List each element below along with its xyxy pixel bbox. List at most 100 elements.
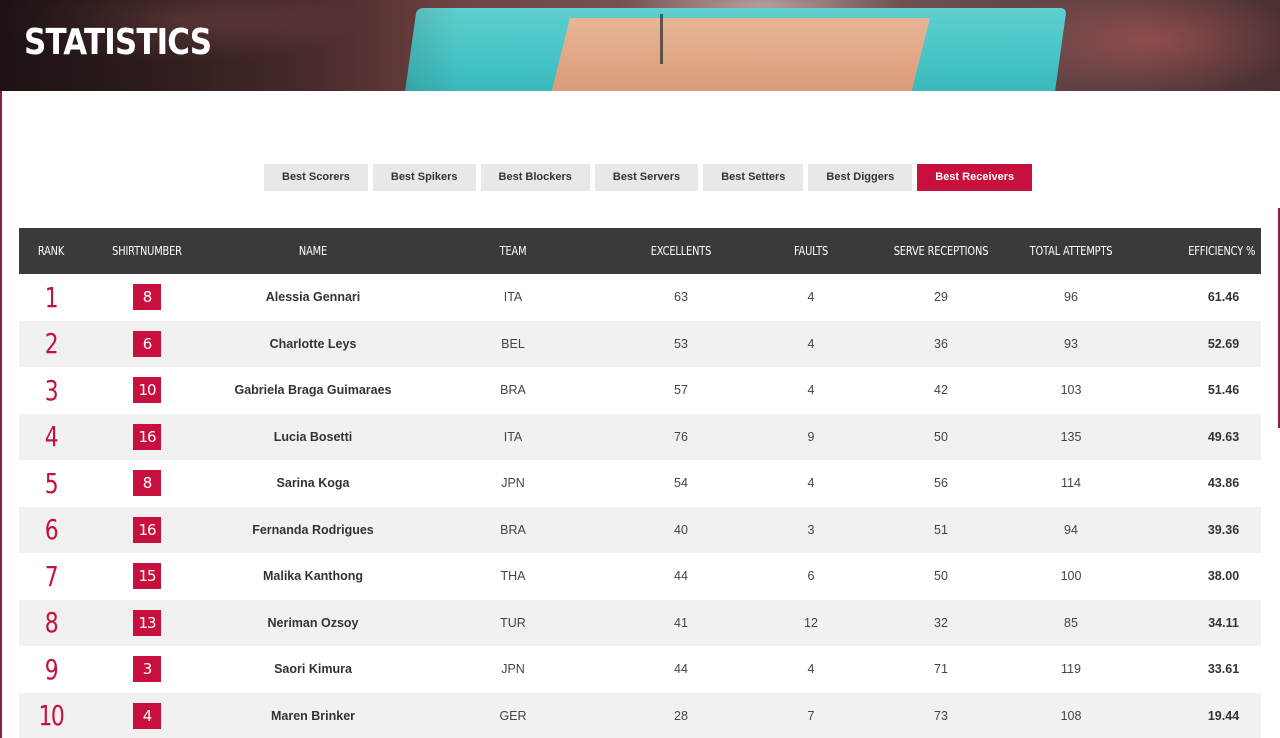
- total-attempts-value: 108: [1060, 708, 1082, 723]
- total-attempts-value: 94: [1064, 522, 1078, 537]
- excellents-value: 76: [674, 429, 688, 444]
- statistics-table: RANK SHIRTNUMBER NAME TEAM EXCELLENTS FA…: [19, 228, 1261, 738]
- table-row: 5 8 Sarina Koga JPN 54 4 56 114 43.86: [19, 460, 1261, 507]
- shirt-cell: 8: [83, 470, 211, 497]
- rank-cell: 5: [19, 467, 83, 500]
- faults-value: 4: [807, 662, 815, 677]
- shirt-number-badge: 3: [133, 656, 161, 683]
- stats-tabs: Best Scorers Best Spikers Best Blockers …: [264, 164, 1033, 191]
- player-name[interactable]: Gabriela Braga Guimaraes: [211, 383, 415, 397]
- rank-cell: 3: [19, 374, 83, 407]
- player-name[interactable]: Alessia Gennari: [211, 290, 415, 304]
- faults-value: 4: [807, 336, 815, 351]
- column-header-faults[interactable]: FAULTS: [762, 244, 860, 258]
- faults-value: 4: [807, 383, 815, 398]
- player-name[interactable]: Fernanda Rodrigues: [211, 523, 415, 537]
- column-header-excellents[interactable]: EXCELLENTS: [624, 244, 739, 258]
- table-row: 2 6 Charlotte Leys BEL 53 4 36 93 52.69: [19, 320, 1261, 367]
- column-header-team[interactable]: TEAM: [433, 244, 594, 258]
- serve-receptions-value: 50: [934, 429, 948, 444]
- column-header-total-attempts[interactable]: TOTAL ATTEMPTS: [1022, 244, 1120, 258]
- rank-number: 4: [44, 420, 59, 454]
- shirt-number-badge: 13: [133, 609, 161, 636]
- team-code: GER: [499, 708, 527, 723]
- tab-best-scorers[interactable]: Best Scorers: [264, 164, 368, 191]
- shirt-number-badge: 16: [133, 423, 161, 450]
- player-name[interactable]: Lucia Bosetti: [211, 430, 415, 444]
- tab-best-servers[interactable]: Best Servers: [594, 164, 699, 191]
- serve-receptions-value: 71: [934, 662, 948, 677]
- serve-receptions-value: 73: [934, 708, 948, 723]
- rank-number: 5: [44, 466, 59, 500]
- player-name[interactable]: Maren Brinker: [211, 709, 415, 723]
- tab-best-diggers[interactable]: Best Diggers: [808, 164, 913, 191]
- page-border-left: [0, 91, 2, 738]
- shirt-cell: 8: [83, 284, 211, 311]
- total-attempts-value: 93: [1064, 336, 1078, 351]
- serve-receptions-value: 42: [934, 383, 948, 398]
- shirt-cell: 6: [83, 330, 211, 357]
- faults-value: 6: [807, 569, 815, 584]
- rank-cell: 10: [19, 699, 83, 732]
- table-row: 6 16 Fernanda Rodrigues BRA 40 3 51 94 3…: [19, 506, 1261, 553]
- rank-number: 3: [44, 373, 59, 407]
- column-header-name[interactable]: NAME: [229, 244, 396, 258]
- excellents-value: 57: [674, 383, 688, 398]
- player-name[interactable]: Malika Kanthong: [211, 569, 415, 583]
- tab-best-setters[interactable]: Best Setters: [703, 164, 804, 191]
- rank-cell: 4: [19, 420, 83, 453]
- total-attempts-value: 135: [1060, 429, 1082, 444]
- rank-number: 7: [44, 559, 59, 593]
- shirt-cell: 16: [83, 516, 211, 543]
- rank-number: 9: [44, 652, 59, 686]
- shirt-number-badge: 4: [133, 702, 161, 729]
- court-floor-image: [550, 18, 930, 91]
- excellents-value: 63: [674, 290, 688, 305]
- total-attempts-value: 85: [1064, 615, 1078, 630]
- serve-receptions-value: 36: [934, 336, 948, 351]
- table-row: 10 4 Maren Brinker GER 28 7 73 108 19.44: [19, 692, 1261, 738]
- excellents-value: 54: [674, 476, 688, 491]
- tab-best-spikers[interactable]: Best Spikers: [372, 164, 476, 191]
- rank-cell: 1: [19, 281, 83, 314]
- faults-value: 7: [807, 708, 815, 723]
- rank-cell: 6: [19, 513, 83, 546]
- player-name[interactable]: Charlotte Leys: [211, 337, 415, 351]
- serve-receptions-value: 56: [934, 476, 948, 491]
- faults-value: 12: [804, 615, 818, 630]
- efficiency-value: 19.44: [1207, 708, 1240, 723]
- faults-value: 3: [807, 522, 815, 537]
- faults-value: 4: [807, 290, 815, 305]
- excellents-value: 44: [674, 662, 688, 677]
- rank-cell: 2: [19, 327, 83, 360]
- player-name[interactable]: Sarina Koga: [211, 476, 415, 490]
- serve-receptions-value: 50: [934, 569, 948, 584]
- total-attempts-value: 103: [1060, 383, 1082, 398]
- serve-receptions-value: 29: [934, 290, 948, 305]
- tab-best-blockers[interactable]: Best Blockers: [480, 164, 590, 191]
- table-row: 9 3 Saori Kimura JPN 44 4 71 119 33.61: [19, 646, 1261, 693]
- shirt-cell: 4: [83, 702, 211, 729]
- team-code: BEL: [501, 336, 525, 351]
- serve-receptions-value: 51: [934, 522, 948, 537]
- shirt-number-badge: 6: [133, 330, 161, 357]
- column-header-efficiency[interactable]: EFFICIENCY %: [1146, 244, 1280, 258]
- efficiency-value: 51.46: [1207, 383, 1240, 398]
- column-header-serve-receptions[interactable]: SERVE RECEPTIONS: [884, 244, 999, 258]
- team-code: BRA: [500, 522, 526, 537]
- player-name[interactable]: Saori Kimura: [211, 662, 415, 676]
- hero-banner: STATISTICS: [0, 0, 1280, 91]
- column-header-rank[interactable]: RANK: [25, 244, 77, 258]
- shirt-number-badge: 16: [133, 516, 161, 543]
- efficiency-value: 61.46: [1207, 290, 1240, 305]
- table-header: RANK SHIRTNUMBER NAME TEAM EXCELLENTS FA…: [19, 228, 1261, 274]
- player-name[interactable]: Neriman Ozsoy: [211, 616, 415, 630]
- shirt-cell: 16: [83, 423, 211, 450]
- tab-best-receivers[interactable]: Best Receivers: [917, 164, 1033, 191]
- rank-number: 8: [44, 606, 59, 640]
- shirt-cell: 3: [83, 656, 211, 683]
- table-row: 8 13 Neriman Ozsoy TUR 41 12 32 85 34.11: [19, 599, 1261, 646]
- efficiency-value: 52.69: [1207, 336, 1240, 351]
- column-header-shirtnumber[interactable]: SHIRTNUMBER: [95, 244, 200, 258]
- shirt-number-badge: 10: [133, 377, 161, 404]
